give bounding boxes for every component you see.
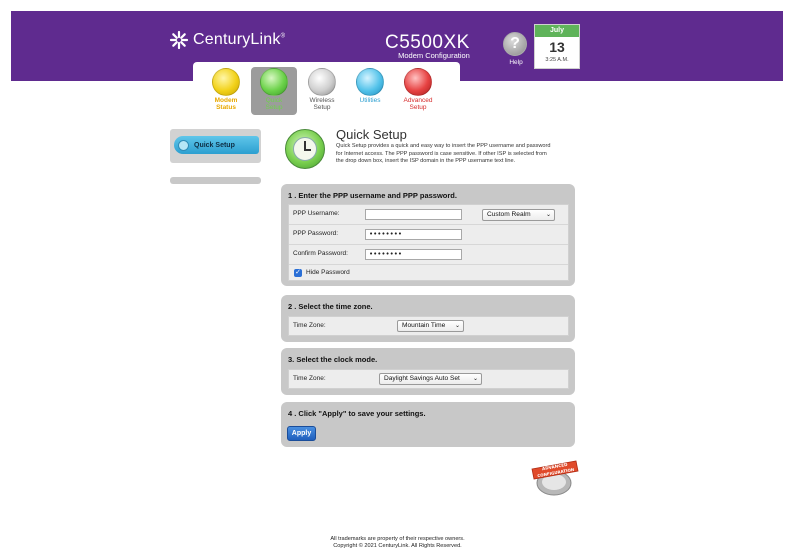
chevron-down-icon: ⌄ [545,212,551,218]
wireless-setup-icon [308,68,336,96]
footer-copyright: Copyright © 2021 CenturyLink. All Rights… [333,543,462,549]
centurylink-logo[interactable]: CenturyLink® [168,29,285,51]
clock-mode-select-value: Daylight Savings Auto Set [384,375,460,382]
bullet-icon [178,139,189,151]
nav-label: Setup [313,104,331,111]
date-day: 13 [549,39,565,55]
hide-password-row: ✓ Hide Password [289,265,568,281]
sidebar-section: Quick Setup [170,129,261,163]
nav-label: Setup [409,104,427,111]
model-subtitle: Modem Configuration [398,51,470,60]
step2-title: 2 . Select the time zone. [288,302,373,311]
sidebar-divider [170,177,261,184]
help-button[interactable]: ? Help [503,32,529,66]
help-label: Help [509,59,523,66]
step2-form: Time Zone: Mountain Time ⌄ [288,316,569,336]
nav-label: Modem [214,97,238,104]
main-nav: Modem Status Quick Setup Wireless Setup … [193,62,460,116]
step3-panel: 3. Select the clock mode. Time Zone: Day… [281,348,575,395]
confirm-row: Confirm Password: •••••••• [289,245,568,265]
step1-panel: 1 . Enter the PPP username and PPP passw… [281,184,575,286]
timezone-select[interactable]: Mountain Time ⌄ [397,320,464,332]
date-time: 3:25 A.M. [545,57,569,63]
brand-name: CenturyLink® [193,31,286,48]
ppp-username-input[interactable] [365,209,462,220]
timezone-select-value: Mountain Time [402,322,446,329]
advanced-configuration-badge[interactable]: ADVANCED CONFIGURATION [528,457,580,497]
nav-label: Quick [265,97,283,104]
nav-label: Advanced [403,97,433,104]
nav-label: Setup [265,104,283,111]
date-month: July [535,25,579,37]
nav-label: Utilities [359,97,381,104]
quick-setup-clock-icon [285,129,325,169]
page-description: Quick Setup provides a quick and easy wa… [336,143,551,165]
nav-advanced-setup[interactable]: Advanced Setup [395,67,441,115]
step3-form: Time Zone: Daylight Savings Auto Set ⌄ [288,369,569,389]
step1-title: 1 . Enter the PPP username and PPP passw… [288,191,457,200]
clock-mode-label: Time Zone: [293,375,326,382]
realm-select[interactable]: Custom Realm ⌄ [482,209,555,221]
username-row: PPP Username: Custom Realm ⌄ [289,205,568,225]
chevron-down-icon: ⌄ [472,376,478,382]
clock-mode-select[interactable]: Daylight Savings Auto Set ⌄ [379,373,482,385]
confirm-label: Confirm Password: [293,250,348,257]
centurylink-burst-icon [169,30,189,50]
nav-label: Wireless [309,97,335,104]
nav-quick-setup[interactable]: Quick Setup [251,67,297,115]
date-widget: July 13 3:25 A.M. [534,24,580,69]
timezone-label: Time Zone: [293,322,326,329]
sidebar-item-quick-setup[interactable]: Quick Setup [174,136,259,154]
model-name: C5500XK [385,32,470,53]
realm-select-value: Custom Realm [487,211,531,218]
step3-title: 3. Select the clock mode. [288,355,378,364]
help-icon: ? [503,32,527,56]
nav-label: Status [216,104,236,111]
confirm-password-input[interactable]: •••••••• [365,249,462,260]
sidebar-item-label: Quick Setup [194,141,235,149]
step2-panel: 2 . Select the time zone. Time Zone: Mou… [281,295,575,342]
utilities-icon [356,68,384,96]
nav-wireless-setup[interactable]: Wireless Setup [299,67,345,115]
footer: All trademarks are property of their res… [0,536,795,550]
hide-password-label: Hide Password [306,269,350,276]
apply-button[interactable]: Apply [287,426,316,441]
page-title: Quick Setup [336,127,407,142]
username-label: PPP Username: [293,210,340,217]
step4-title: 4 . Click "Apply" to save your settings. [288,409,426,418]
hide-password-checkbox[interactable]: ✓ [294,269,302,277]
model-title: C5500XK Modem Configuration [385,33,470,60]
ppp-password-input[interactable]: •••••••• [365,229,462,240]
step4-panel: 4 . Click "Apply" to save your settings.… [281,402,575,447]
modem-status-icon [212,68,240,96]
chevron-down-icon: ⌄ [454,323,460,329]
advanced-setup-icon [404,68,432,96]
nav-modem-status[interactable]: Modem Status [203,67,249,115]
footer-trademark: All trademarks are property of their res… [330,536,465,542]
password-label: PPP Password: [293,230,339,237]
step1-form: PPP Username: Custom Realm ⌄ PPP Passwor… [288,204,569,281]
password-row: PPP Password: •••••••• [289,225,568,245]
quick-setup-icon [260,68,288,96]
nav-utilities[interactable]: Utilities [347,67,393,115]
